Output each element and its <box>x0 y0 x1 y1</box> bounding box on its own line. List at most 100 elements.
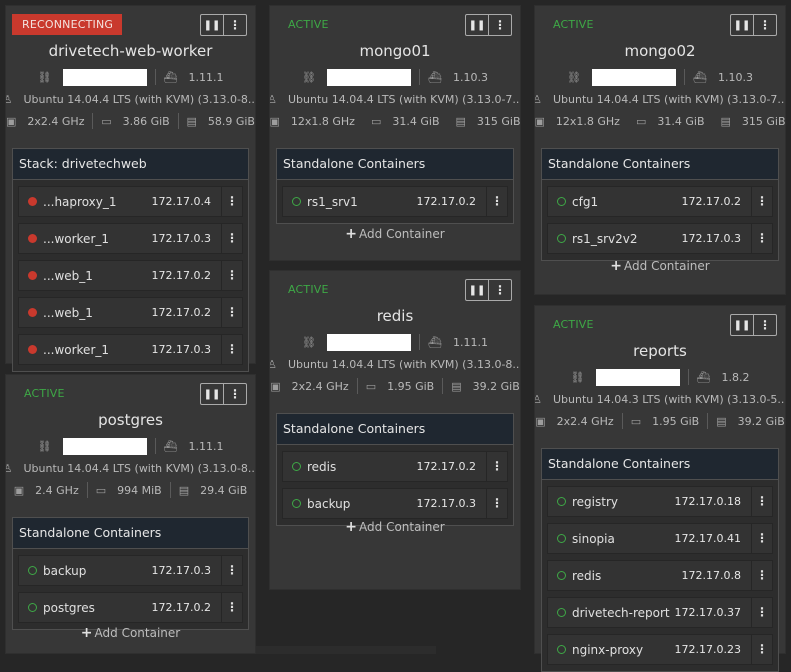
container-row[interactable]: ...worker_1 172.17.0.3 ⋮ <box>18 223 243 254</box>
kebab-icon[interactable]: ⋮ <box>751 598 772 627</box>
kebab-icon[interactable]: ⋮ <box>751 487 772 516</box>
kebab-icon[interactable]: ⋮ <box>221 335 242 364</box>
running-status-icon <box>28 603 37 612</box>
container-name[interactable]: sinopia <box>572 532 675 546</box>
container-name[interactable]: backup <box>307 497 417 511</box>
container-row[interactable]: ...web_1 172.17.0.2 ⋮ <box>18 260 243 291</box>
divider <box>177 113 179 129</box>
running-status-icon <box>28 566 37 575</box>
kebab-icon[interactable]: ⋮ <box>223 384 246 404</box>
container-row[interactable]: ...worker_1 172.17.0.3 ⋮ <box>18 334 243 365</box>
container-row[interactable]: nginx-proxy 172.17.0.23 ⋮ <box>547 634 773 665</box>
container-name[interactable]: registry <box>572 495 675 509</box>
container-ip: 172.17.0.2 <box>416 195 476 208</box>
host-card: ACTIVE❚❚⋮redis⛓⛴1.11.1♙Ubuntu 14.04.4 LT… <box>269 270 521 590</box>
host-resources-row: ▣ 2.4 GHz ▭ 994 MiB ▤ 29.4 GiB <box>6 479 255 501</box>
pause-icon[interactable]: ❚❚ <box>731 315 753 335</box>
link-icon: ⛓ <box>37 70 52 84</box>
container-row[interactable]: backup 172.17.0.3 ⋮ <box>18 555 243 586</box>
host-name[interactable]: mongo01 <box>270 42 520 66</box>
docker-icon: ⛴ <box>163 439 178 453</box>
container-row[interactable]: drivetech-report 172.17.0.37 ⋮ <box>547 597 773 628</box>
host-name[interactable]: redis <box>270 307 520 331</box>
container-row[interactable]: backup 172.17.0.3 ⋮ <box>282 488 508 519</box>
kebab-icon[interactable]: ⋮ <box>221 298 242 327</box>
container-row[interactable]: registry 172.17.0.18 ⋮ <box>547 486 773 517</box>
container-name[interactable]: ...web_1 <box>43 269 152 283</box>
add-container-button[interactable]: + Add Container <box>270 226 520 248</box>
kebab-icon[interactable]: ⋮ <box>488 15 511 35</box>
container-row[interactable]: cfg1 172.17.0.2 ⋮ <box>547 186 773 217</box>
container-group-title[interactable]: Standalone Containers <box>277 149 513 180</box>
container-ip: 172.17.0.2 <box>151 269 211 282</box>
add-container-button[interactable]: + Add Container <box>270 519 520 541</box>
cpu-spec: 2.4 GHz <box>35 483 79 497</box>
divider <box>419 334 420 350</box>
kebab-icon[interactable]: ⋮ <box>486 187 507 216</box>
host-card: ACTIVE❚❚⋮postgres⛓⛴1.11.1♙Ubuntu 14.04.4… <box>5 374 256 654</box>
host-name[interactable]: postgres <box>6 411 255 435</box>
pause-icon[interactable]: ❚❚ <box>731 15 753 35</box>
container-name[interactable]: backup <box>43 564 152 578</box>
container-row[interactable]: rs1_srv2v2 172.17.0.3 ⋮ <box>547 223 773 254</box>
kebab-icon[interactable]: ⋮ <box>753 315 776 335</box>
container-name[interactable]: rs1_srv2v2 <box>572 232 682 246</box>
container-name[interactable]: ...web_1 <box>43 306 152 320</box>
container-ip: 172.17.0.3 <box>681 232 741 245</box>
pause-icon[interactable]: ❚❚ <box>201 384 223 404</box>
container-name[interactable]: ...worker_1 <box>43 343 152 357</box>
kebab-icon[interactable]: ⋮ <box>751 561 772 590</box>
container-name[interactable]: postgres <box>43 601 152 615</box>
ip-address-redacted <box>592 68 676 86</box>
container-name[interactable]: drivetech-report <box>572 606 675 620</box>
add-container-button[interactable]: + Add Container <box>6 625 255 647</box>
container-row[interactable]: rs1_srv1 172.17.0.2 ⋮ <box>282 186 508 217</box>
container-row[interactable]: sinopia 172.17.0.41 ⋮ <box>547 523 773 554</box>
host-name[interactable]: reports <box>535 342 785 366</box>
add-container-button[interactable]: + Add Container <box>535 258 785 280</box>
divider <box>442 378 444 394</box>
container-group-title[interactable]: Standalone Containers <box>542 449 778 480</box>
container-row[interactable]: ...haproxy_1 172.17.0.4 ⋮ <box>18 186 243 217</box>
container-row[interactable]: redis 172.17.0.8 ⋮ <box>547 560 773 591</box>
kebab-icon[interactable]: ⋮ <box>221 556 242 585</box>
container-group-title[interactable]: Standalone Containers <box>277 414 513 445</box>
pause-icon[interactable]: ❚❚ <box>201 15 223 35</box>
plus-icon: + <box>610 258 623 274</box>
container-row[interactable]: ...web_1 172.17.0.2 ⋮ <box>18 297 243 328</box>
pause-icon[interactable]: ❚❚ <box>466 280 488 300</box>
container-group-title[interactable]: Stack: drivetechweb <box>13 149 248 180</box>
pause-icon[interactable]: ❚❚ <box>466 15 488 35</box>
container-group-title[interactable]: Standalone Containers <box>542 149 778 180</box>
kebab-icon[interactable]: ⋮ <box>488 280 511 300</box>
container-row[interactable]: postgres 172.17.0.2 ⋮ <box>18 592 243 623</box>
container-name[interactable]: rs1_srv1 <box>307 195 417 209</box>
kebab-icon[interactable]: ⋮ <box>223 15 246 35</box>
container-ip: 172.17.0.2 <box>151 306 211 319</box>
container-name[interactable]: redis <box>572 569 682 583</box>
kebab-icon[interactable]: ⋮ <box>486 489 507 518</box>
kebab-icon[interactable]: ⋮ <box>751 524 772 553</box>
stopped-status-icon <box>28 197 37 206</box>
kebab-icon[interactable]: ⋮ <box>221 593 242 622</box>
kebab-icon[interactable]: ⋮ <box>753 15 776 35</box>
container-row[interactable]: redis 172.17.0.2 ⋮ <box>282 451 508 482</box>
kebab-icon[interactable]: ⋮ <box>751 635 772 664</box>
plus-icon: + <box>345 519 358 535</box>
container-name[interactable]: ...worker_1 <box>43 232 152 246</box>
kebab-icon[interactable]: ⋮ <box>751 187 772 216</box>
kebab-icon[interactable]: ⋮ <box>221 224 242 253</box>
kebab-icon[interactable]: ⋮ <box>221 187 242 216</box>
container-group-title[interactable]: Standalone Containers <box>13 518 248 549</box>
kebab-icon[interactable]: ⋮ <box>486 452 507 481</box>
kebab-icon[interactable]: ⋮ <box>751 224 772 253</box>
container-name[interactable]: ...haproxy_1 <box>43 195 152 209</box>
container-ip: 172.17.0.23 <box>674 643 741 656</box>
kebab-icon[interactable]: ⋮ <box>221 261 242 290</box>
divider <box>154 438 156 454</box>
container-name[interactable]: redis <box>307 460 417 474</box>
host-name[interactable]: drivetech-web-worker <box>6 42 255 66</box>
container-name[interactable]: nginx-proxy <box>572 643 675 657</box>
container-name[interactable]: cfg1 <box>572 195 682 209</box>
host-name[interactable]: mongo02 <box>535 42 785 66</box>
